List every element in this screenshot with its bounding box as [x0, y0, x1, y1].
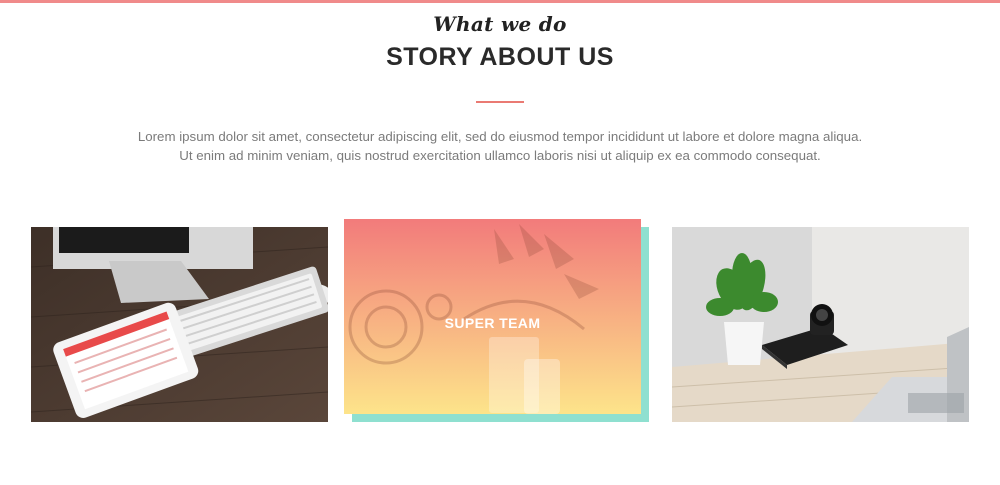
description-line: Lorem ipsum dolor sit amet, consectetur … [137, 129, 863, 144]
section-subtitle: What we do [433, 12, 567, 36]
section-description: Lorem ipsum dolor sit amet, consectetur … [100, 127, 900, 165]
desk-photo [31, 227, 328, 422]
section-title: STORY ABOUT US [386, 43, 614, 71]
description-line: Ut enim ad minim veniam, quis nostrud ex… [179, 148, 821, 163]
card-desk-image[interactable] [31, 227, 328, 422]
card-label: SUPER TEAM [444, 315, 541, 331]
title-divider [476, 101, 524, 103]
card-workspace-image[interactable] [672, 227, 969, 422]
top-accent-border [0, 0, 1000, 3]
workspace-photo [672, 227, 969, 422]
card-super-team[interactable]: SUPER TEAM [344, 219, 641, 414]
